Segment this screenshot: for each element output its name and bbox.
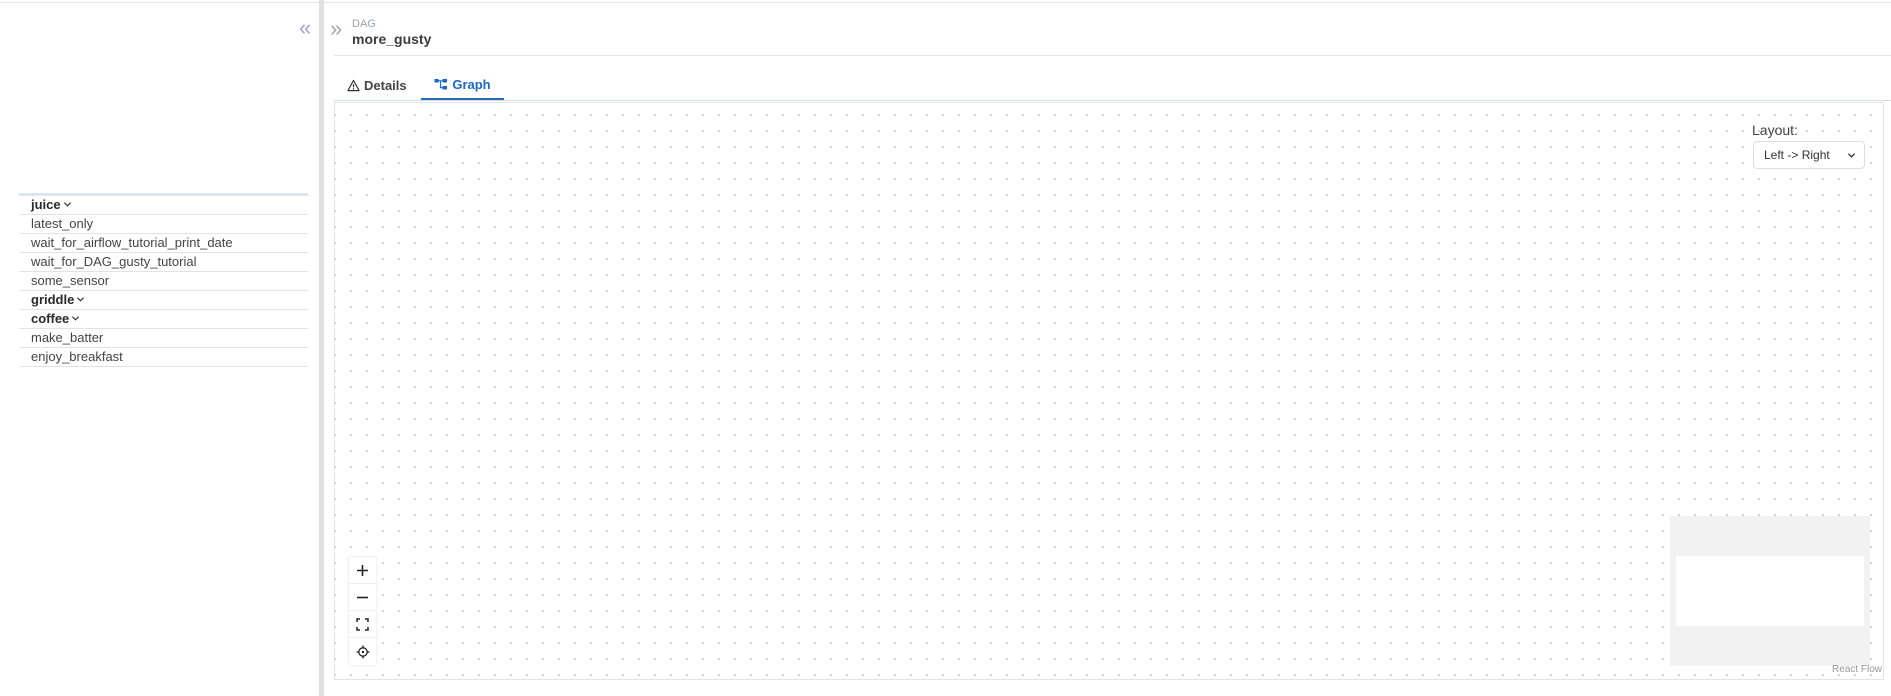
fit-view-button[interactable] xyxy=(349,611,376,638)
tab-label: Graph xyxy=(452,76,491,92)
center-icon xyxy=(356,645,369,658)
task-label: wait_for_DAG_gusty_tutorial xyxy=(31,254,197,269)
chevron-down-icon[interactable] xyxy=(71,314,80,323)
zoom-out-button[interactable] xyxy=(349,584,376,611)
minimap[interactable] xyxy=(1670,516,1870,666)
breadcrumb-label: DAG xyxy=(352,18,376,30)
react-flow-attribution[interactable]: React Flow xyxy=(1832,664,1882,675)
tab-graph[interactable]: Graph xyxy=(421,70,504,100)
task-list: juice latest_only wait_for_airflow_tutor… xyxy=(19,193,308,367)
warning-icon xyxy=(347,79,360,91)
layout-select[interactable]: Left -> Right xyxy=(1753,141,1865,169)
minimap-viewport[interactable] xyxy=(1676,556,1864,626)
task-label: enjoy_breakfast xyxy=(31,349,123,364)
fit-view-icon xyxy=(356,617,369,631)
task-label: griddle xyxy=(31,292,75,307)
collapse-sidebar-icon[interactable]: « xyxy=(299,17,311,39)
task-label: make_batter xyxy=(31,330,104,345)
zoom-in-icon xyxy=(357,564,368,576)
task-row[interactable]: wait_for_DAG_gusty_tutorial xyxy=(19,253,308,272)
task-label: juice xyxy=(31,197,61,212)
page-title: more_gusty xyxy=(352,31,432,47)
task-group-coffee[interactable]: coffee xyxy=(19,310,308,329)
graph-icon xyxy=(434,78,448,89)
expand-panel-icon[interactable]: » xyxy=(330,18,342,40)
center-button[interactable] xyxy=(349,638,376,665)
tab-details[interactable]: Details xyxy=(347,70,407,100)
task-row[interactable]: make_batter xyxy=(19,329,308,348)
zoom-out-icon xyxy=(357,596,368,598)
resize-handle[interactable] xyxy=(319,0,324,696)
tab-label: Details xyxy=(364,77,407,93)
chevron-down-icon[interactable] xyxy=(76,295,85,304)
graph-canvas[interactable] xyxy=(334,102,1884,680)
task-row[interactable]: some_sensor xyxy=(19,272,308,291)
chevron-down-icon[interactable] xyxy=(63,200,72,209)
header-divider xyxy=(334,55,1891,56)
tabs-divider xyxy=(334,100,1891,101)
task-group-juice[interactable]: juice xyxy=(19,196,308,215)
layout-select-value: Left -> Right xyxy=(1764,148,1830,162)
task-group-griddle[interactable]: griddle xyxy=(19,291,308,310)
task-label: some_sensor xyxy=(31,273,110,288)
graph-controls xyxy=(349,557,376,665)
task-label: coffee xyxy=(31,311,70,326)
task-row[interactable]: latest_only xyxy=(19,215,308,234)
top-border xyxy=(0,2,1891,3)
chevron-down-icon xyxy=(1847,153,1856,158)
task-label: latest_only xyxy=(31,216,94,231)
zoom-in-button[interactable] xyxy=(349,557,376,584)
layout-label: Layout: xyxy=(1752,122,1798,138)
task-row[interactable]: wait_for_airflow_tutorial_print_date xyxy=(19,234,308,253)
task-label: wait_for_airflow_tutorial_print_date xyxy=(31,235,233,250)
task-row[interactable]: enjoy_breakfast xyxy=(19,348,308,367)
